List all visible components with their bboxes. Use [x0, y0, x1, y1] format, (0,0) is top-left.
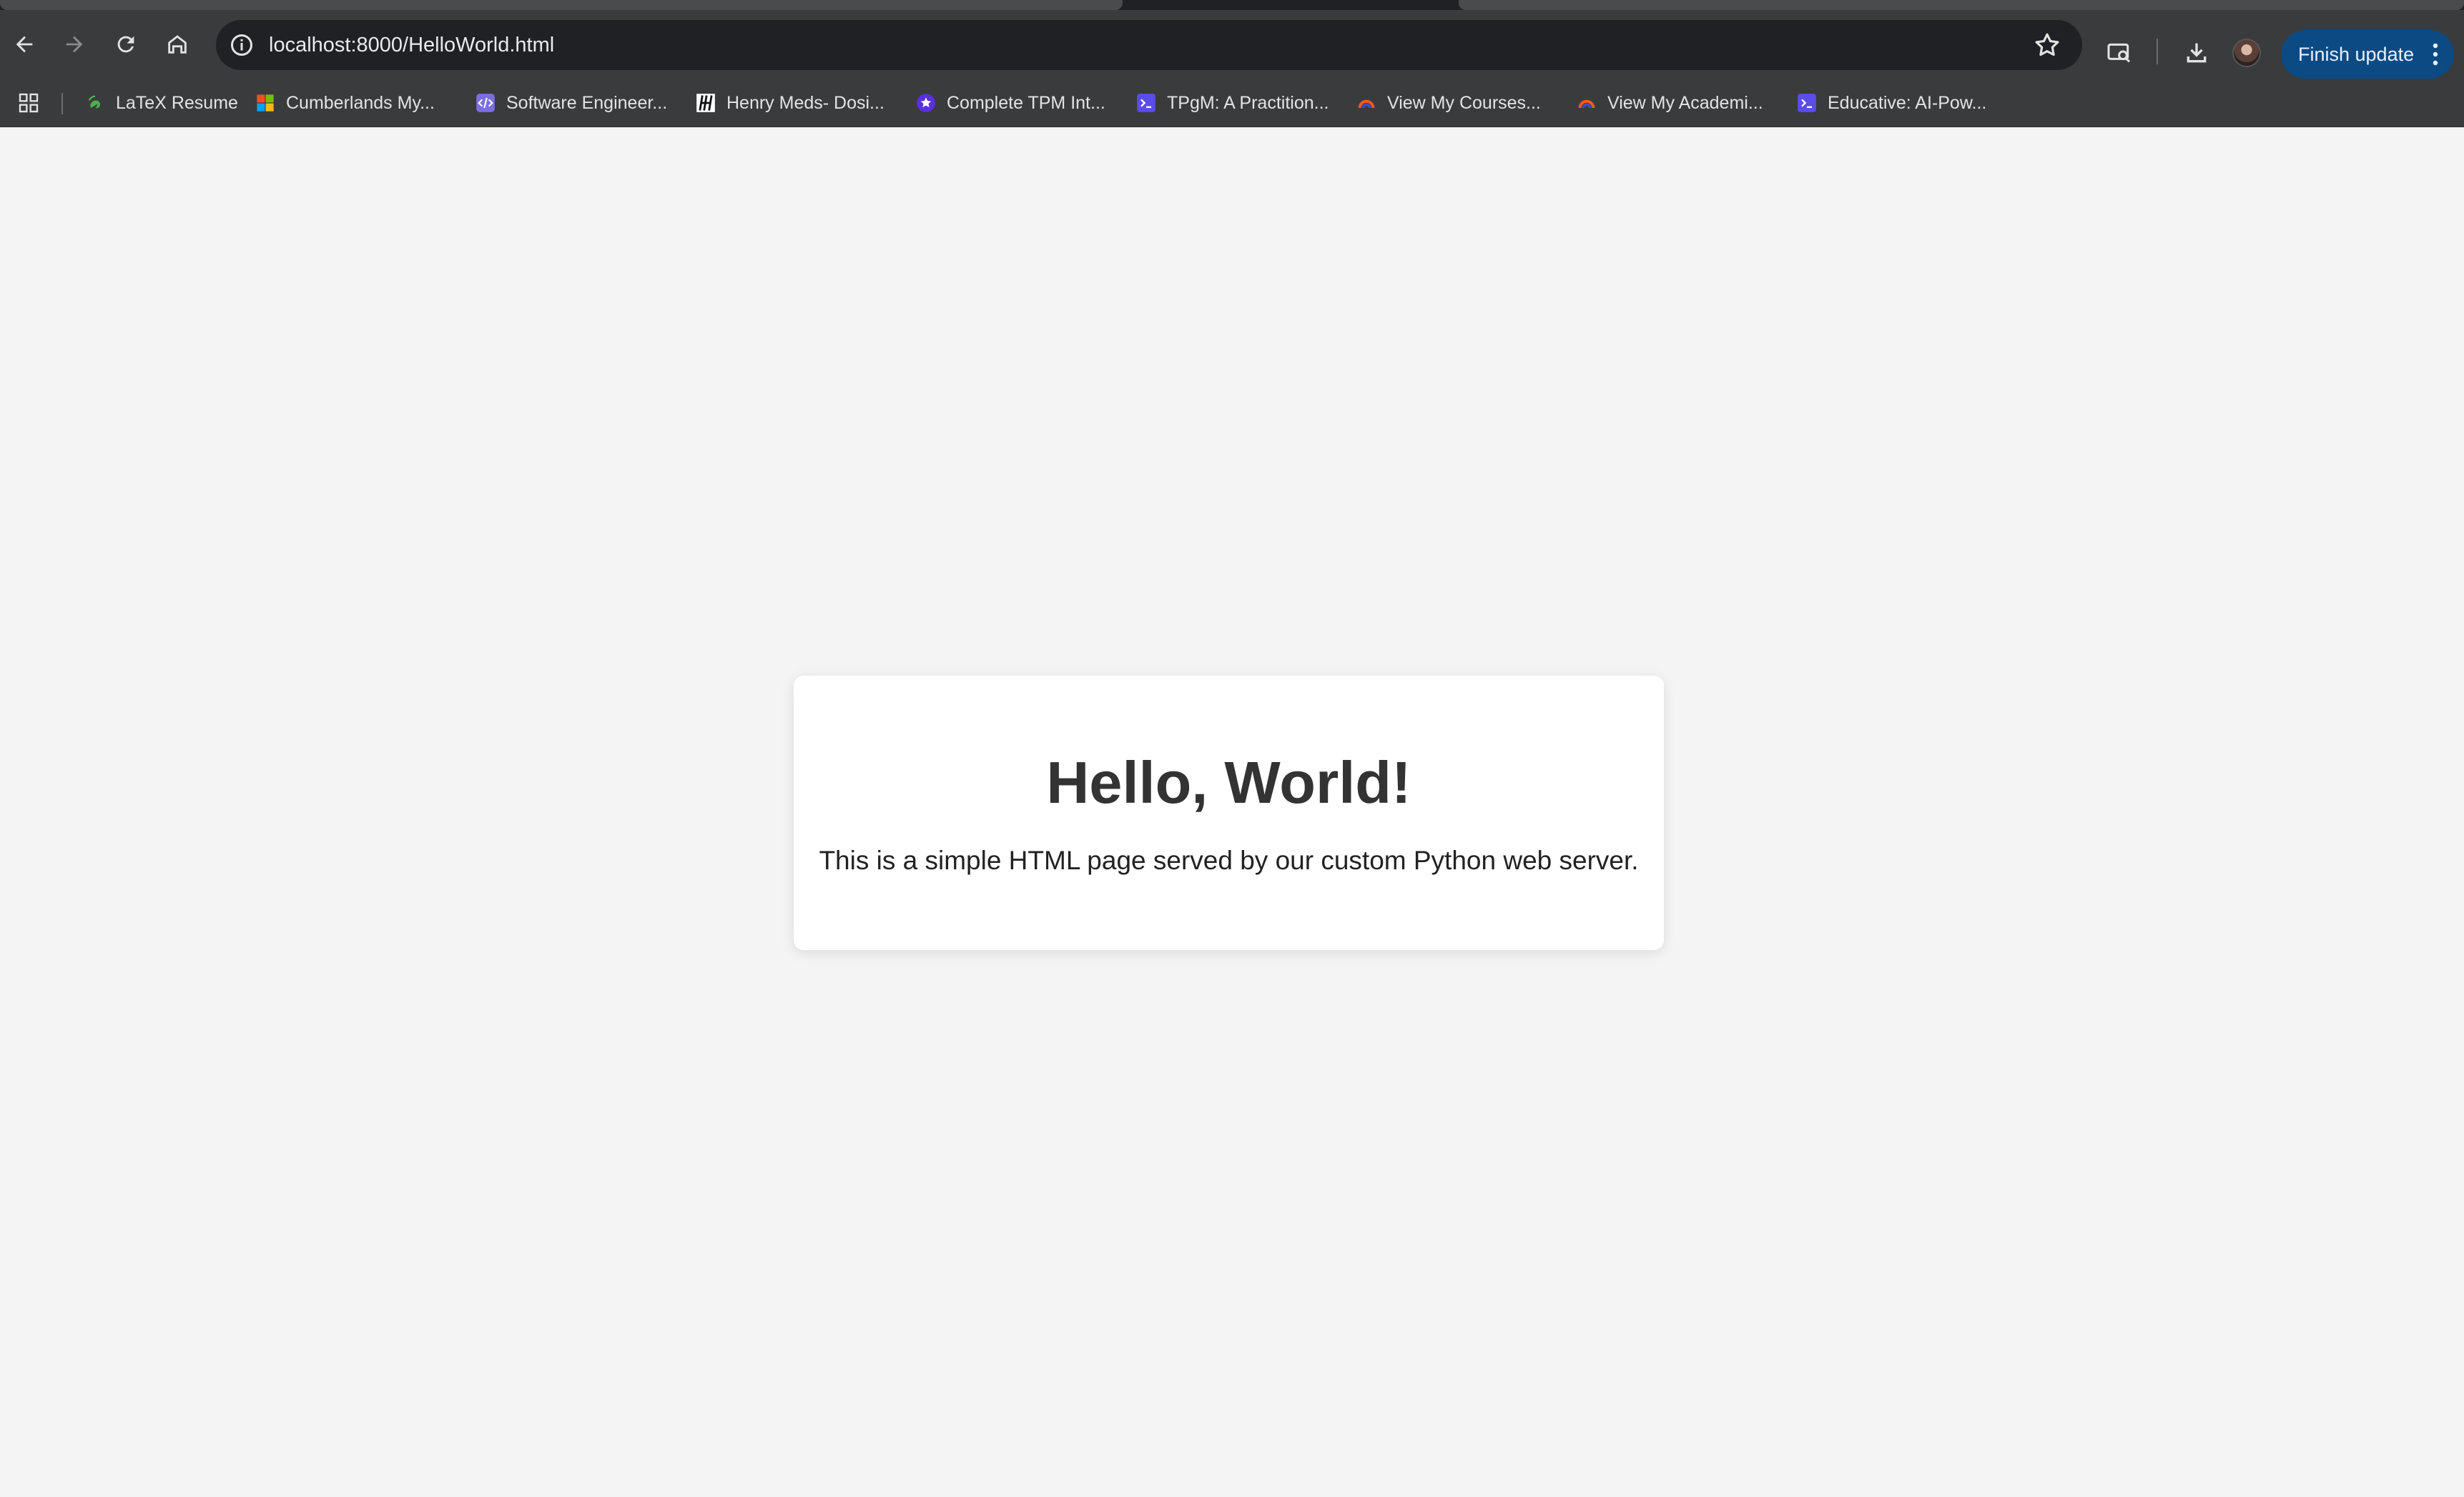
bookmark-label: Henry Meds- Dosi...: [726, 92, 884, 113]
page-viewport: Hello, World! This is a simple HTML page…: [0, 127, 2464, 1497]
forward-button[interactable]: [53, 23, 96, 66]
profile-avatar[interactable]: [2232, 39, 2261, 67]
apps-grid-icon[interactable]: [17, 92, 40, 114]
tab[interactable]: [1459, 0, 2464, 10]
bookmarks-bar: LaTeX Resume Cumberlands My... Software …: [0, 79, 2464, 127]
home-button[interactable]: [156, 23, 199, 66]
bookmark-item[interactable]: Complete TPM Int...: [915, 84, 1105, 122]
bookmark-label: Complete TPM Int...: [947, 92, 1105, 113]
bookmark-item[interactable]: TPgM: A Practition...: [1135, 84, 1329, 122]
bookmark-label: LaTeX Resume: [116, 92, 238, 113]
bookmarks-separator: [61, 93, 63, 114]
downloads-button[interactable]: [2179, 36, 2214, 70]
home-icon: [168, 35, 187, 54]
bookmark-item[interactable]: View My Academi...: [1576, 84, 1763, 122]
finish-update-button[interactable]: Finish update: [2281, 30, 2454, 79]
tab-search-button[interactable]: [2102, 36, 2137, 70]
microsoft-icon: [255, 92, 276, 114]
tab-strip: [0, 0, 2464, 10]
arc-icon: [1576, 92, 1597, 114]
terminal-icon: [1135, 92, 1157, 114]
code-icon: [475, 92, 496, 114]
overleaf-icon: [84, 92, 106, 114]
terminal-icon: [1796, 92, 1818, 114]
bookmark-label: View My Courses...: [1387, 92, 1541, 113]
more-vertical-icon: [2433, 43, 2438, 66]
bookmark-label: TPgM: A Practition...: [1167, 92, 1329, 113]
bookmark-label: View My Academi...: [1607, 92, 1763, 113]
finish-update-label: Finish update: [2298, 43, 2415, 65]
arrow-right-icon: [66, 36, 83, 53]
page-heading: Hello, World!: [1046, 749, 1411, 816]
reload-button[interactable]: [104, 23, 147, 66]
page-body-text: This is a simple HTML page served by our…: [819, 846, 1639, 875]
bookmark-item[interactable]: Cumberlands My...: [255, 84, 435, 122]
arc-icon: [1356, 92, 1377, 114]
henry-meds-icon: [695, 92, 716, 114]
bookmark-item[interactable]: Software Engineer...: [475, 84, 667, 122]
info-icon[interactable]: [229, 32, 255, 58]
bookmark-label: Educative: AI-Pow...: [1828, 92, 1987, 113]
content-card: Hello, World! This is a simple HTML page…: [794, 676, 1664, 950]
bookmark-item[interactable]: Henry Meds- Dosi...: [695, 84, 884, 122]
bookmark-item[interactable]: LaTeX Resume: [84, 84, 238, 122]
bookmark-label: Software Engineer...: [506, 92, 668, 113]
back-button[interactable]: [3, 23, 46, 66]
star-badge-icon: [915, 92, 937, 114]
bookmark-item[interactable]: View My Courses...: [1356, 84, 1541, 122]
tab-search-icon: [2107, 43, 2131, 63]
download-icon: [2187, 43, 2207, 63]
bookmark-star-icon[interactable]: [2032, 30, 2062, 60]
address-bar[interactable]: localhost:8000/HelloWorld.html: [216, 20, 2082, 70]
browser-toolbar: localhost:8000/HelloWorld.html Finish up…: [0, 10, 2464, 79]
arrow-left-icon: [16, 36, 33, 53]
bookmark-label: Cumberlands My...: [286, 92, 435, 113]
url-text[interactable]: localhost:8000/HelloWorld.html: [269, 20, 554, 70]
bookmark-item[interactable]: Educative: AI-Pow...: [1796, 84, 1986, 122]
tab[interactable]: [0, 0, 1123, 10]
toolbar-separator: [2157, 39, 2158, 64]
browser-chrome: localhost:8000/HelloWorld.html Finish up…: [0, 0, 2464, 127]
reload-icon: [117, 36, 134, 53]
